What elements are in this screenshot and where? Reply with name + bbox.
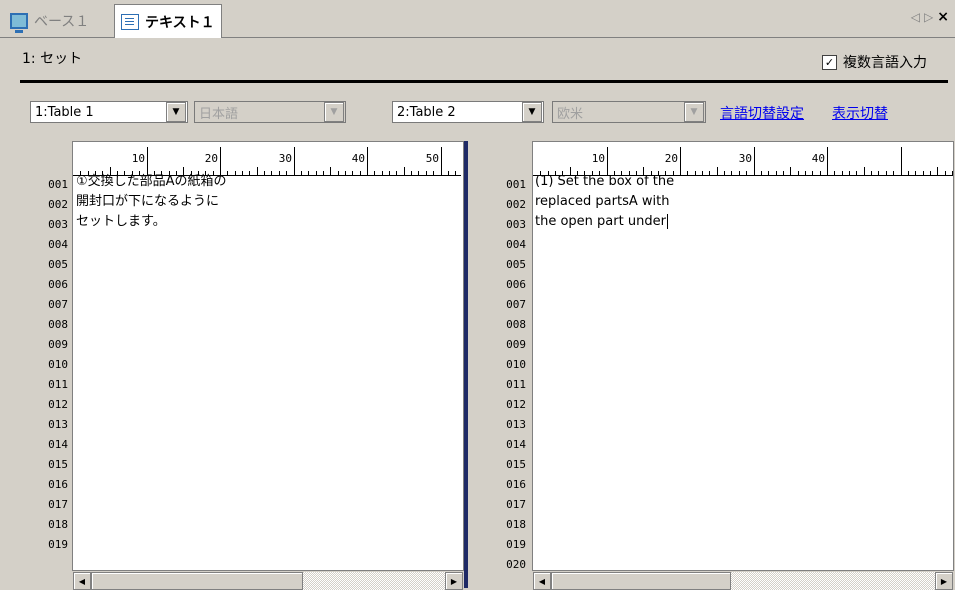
right-table-select[interactable]: 2:Table 2 ▼ xyxy=(392,101,544,123)
chevron-down-icon: ▼ xyxy=(324,102,344,122)
line-number: 014 xyxy=(506,438,526,451)
line-number: 019 xyxy=(48,538,68,551)
line-number: 018 xyxy=(506,518,526,531)
ruler-label: 20 xyxy=(665,152,678,165)
tab-base-label: ベース１ xyxy=(34,14,90,30)
line-number: 017 xyxy=(48,498,68,511)
line-number: 020 xyxy=(506,558,526,571)
line-number: 016 xyxy=(48,478,68,491)
chevron-down-icon: ▼ xyxy=(684,102,704,122)
language-switch-settings-link[interactable]: 言語切替設定 xyxy=(720,103,804,123)
line-number: 013 xyxy=(48,418,68,431)
tab-text-1[interactable]: テキスト１ xyxy=(114,4,222,38)
text-line: 開封口が下になるように xyxy=(76,194,220,209)
text-document-icon xyxy=(121,13,139,30)
left-text-content[interactable]: ①交換した部品Aの紙箱の 開封口が下になるように セットします。 xyxy=(76,172,460,232)
line-number: 004 xyxy=(48,238,68,251)
line-number: 016 xyxy=(506,478,526,491)
screen-title: 1: セット xyxy=(22,51,83,67)
right-text-content[interactable]: (1) Set the box of the replaced partsA wi… xyxy=(535,172,949,232)
line-number: 005 xyxy=(48,258,68,271)
tab-scroll-left-icon[interactable]: ◁ xyxy=(911,10,920,24)
right-language-select-value: 欧米 xyxy=(557,106,584,122)
scroll-right-icon[interactable]: ▶ xyxy=(445,572,463,590)
line-number: 019 xyxy=(506,538,526,551)
line-number: 003 xyxy=(506,218,526,231)
left-language-select: 日本語 ▼ xyxy=(194,101,346,123)
text-line: ①交換した部品Aの紙箱の xyxy=(76,174,227,189)
close-icon[interactable]: × xyxy=(937,10,949,24)
ruler-label: 30 xyxy=(279,152,292,165)
scroll-left-icon[interactable]: ◀ xyxy=(73,572,91,590)
left-ruler: 10 20 30 40 50 xyxy=(73,147,461,176)
chevron-down-icon[interactable]: ▼ xyxy=(166,102,186,122)
scroll-left-icon[interactable]: ◀ xyxy=(533,572,551,590)
line-number: 009 xyxy=(506,338,526,351)
left-scroll-thumb[interactable] xyxy=(91,572,303,590)
text-line: replaced partsA with xyxy=(535,194,670,209)
multi-language-input-label: 複数言語入力 xyxy=(843,55,927,71)
right-ruler: 10 20 30 40 xyxy=(533,147,953,176)
line-number: 002 xyxy=(48,198,68,211)
right-line-numbers: 001 002 003 004 005 006 007 008 009 010 011 012 013 0… xyxy=(478,175,526,575)
line-number: 015 xyxy=(48,458,68,471)
ruler-label: 10 xyxy=(132,152,145,165)
line-number: 011 xyxy=(506,378,526,391)
text-line: (1) Set the box of the xyxy=(535,174,675,189)
right-scroll-thumb[interactable] xyxy=(551,572,731,590)
left-line-numbers: 001 002 003 004 005 006 007 008 009 010 011 012 013 0… xyxy=(20,175,68,555)
checkbox-check-icon[interactable]: ✓ xyxy=(822,54,837,70)
right-table-select-value: 2:Table 2 xyxy=(397,104,456,120)
line-number: 001 xyxy=(48,178,68,191)
ruler-label: 50 xyxy=(426,152,439,165)
line-number: 006 xyxy=(48,278,68,291)
monitor-icon xyxy=(10,13,28,33)
line-number: 017 xyxy=(506,498,526,511)
left-language-select-value: 日本語 xyxy=(199,106,239,122)
line-number: 006 xyxy=(506,278,526,291)
multi-language-input-checkbox[interactable]: ✓ 複数言語入力 xyxy=(822,52,927,72)
tab-text-label: テキスト１ xyxy=(145,14,215,31)
pane-splitter[interactable] xyxy=(464,141,468,588)
text-line: セットします。 xyxy=(76,214,166,229)
ruler-label: 40 xyxy=(352,152,365,165)
display-switch-link[interactable]: 表示切替 xyxy=(832,103,888,123)
right-horizontal-scrollbar[interactable]: ◀ ▶ xyxy=(533,572,953,590)
line-number: 018 xyxy=(48,518,68,531)
line-number: 015 xyxy=(506,458,526,471)
ruler-label: 10 xyxy=(592,152,605,165)
line-number: 010 xyxy=(48,358,68,371)
scroll-right-icon[interactable]: ▶ xyxy=(935,572,953,590)
line-number: 010 xyxy=(506,358,526,371)
line-number: 007 xyxy=(48,298,68,311)
line-number: 013 xyxy=(506,418,526,431)
line-number: 009 xyxy=(48,338,68,351)
line-number: 003 xyxy=(48,218,68,231)
chevron-down-icon[interactable]: ▼ xyxy=(522,102,542,122)
tab-base-1[interactable]: ベース１ xyxy=(4,4,114,38)
line-number: 004 xyxy=(506,238,526,251)
line-number: 001 xyxy=(506,178,526,191)
tab-navigation: ◁ ▷ × xyxy=(911,10,949,24)
ruler-label: 20 xyxy=(205,152,218,165)
left-table-select-value: 1:Table 1 xyxy=(35,104,94,120)
line-number: 002 xyxy=(506,198,526,211)
right-language-select: 欧米 ▼ xyxy=(552,101,706,123)
ruler-label: 30 xyxy=(739,152,752,165)
text-cursor xyxy=(666,214,668,229)
line-number: 007 xyxy=(506,298,526,311)
line-number: 008 xyxy=(48,318,68,331)
line-number: 011 xyxy=(48,378,68,391)
line-number: 005 xyxy=(506,258,526,271)
header-divider xyxy=(20,80,948,83)
left-horizontal-scrollbar[interactable]: ◀ ▶ xyxy=(73,572,463,590)
line-number: 008 xyxy=(506,318,526,331)
line-number: 012 xyxy=(48,398,68,411)
line-number: 012 xyxy=(506,398,526,411)
tab-scroll-right-icon[interactable]: ▷ xyxy=(924,10,933,24)
line-number: 014 xyxy=(48,438,68,451)
left-table-select[interactable]: 1:Table 1 ▼ xyxy=(30,101,188,123)
text-line: the open part under xyxy=(535,214,666,229)
ruler-label: 40 xyxy=(812,152,825,165)
